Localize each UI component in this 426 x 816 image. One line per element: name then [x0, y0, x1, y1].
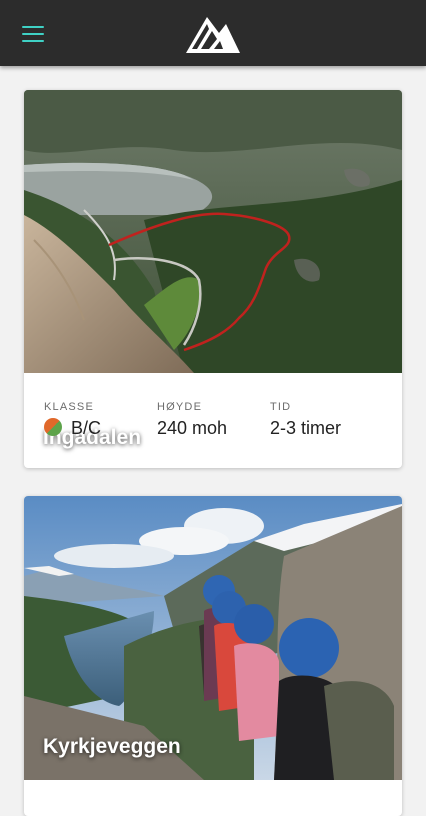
mountain-logo-icon[interactable] — [184, 11, 242, 55]
route-stats: KLASSE B/C HØYDE 240 moh TID 2-3 timer — [44, 401, 384, 451]
stat-height: HØYDE 240 moh — [157, 401, 227, 439]
stat-height-label: HØYDE — [157, 401, 203, 413]
stat-time: TID 2-3 timer — [270, 401, 341, 439]
stat-class-value-row: B/C — [44, 418, 101, 439]
route-title: Kyrkjeveggen — [43, 735, 181, 758]
stat-class-value: B/C — [71, 418, 102, 438]
stat-time-label: TID — [270, 401, 292, 413]
class-indicator-icon — [44, 418, 62, 436]
route-card-kyrkjeveggen[interactable]: Kyrkjeveggen — [24, 496, 402, 816]
app-header — [0, 0, 426, 66]
route-photo — [24, 90, 402, 373]
stat-class-label: KLASSE — [44, 401, 95, 413]
hamburger-menu-icon[interactable] — [14, 18, 52, 50]
stat-height-value: 240 moh — [157, 418, 228, 438]
stat-time-value: 2-3 timer — [270, 418, 342, 438]
route-card-ingadalen[interactable]: Ingadalen KLASSE B/C HØYDE 240 moh TID 2… — [24, 90, 402, 468]
stat-class: KLASSE B/C — [44, 401, 101, 439]
